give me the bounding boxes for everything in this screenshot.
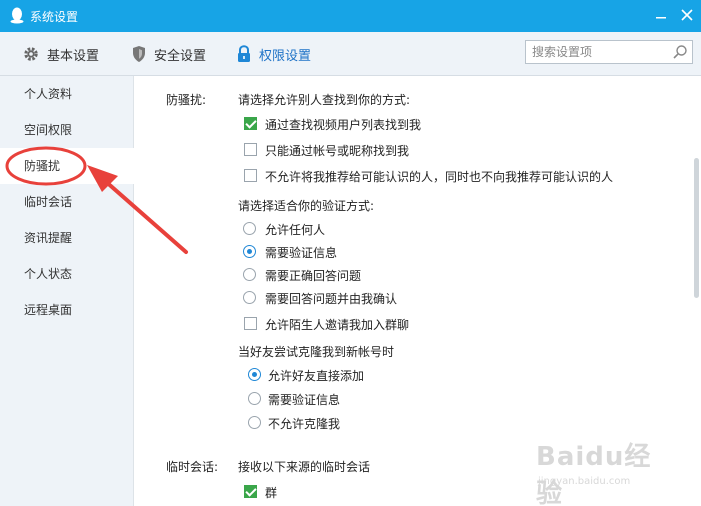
find-method-prompt: 请选择允许别人查找到你的方式: [238,93,411,107]
tab-basic-settings-label: 基本设置 [47,48,100,64]
temp-session-prompt: 接收以下来源的临时会话 [238,460,371,474]
radio-require-correct-answer[interactable] [243,268,256,281]
option-label: 允许任何人 [265,223,326,237]
sidebar-item-label: 远程桌面 [24,303,73,317]
qq-penguin-icon [10,7,24,24]
option-label: 需要正确回答问题 [265,269,362,283]
sidebar-item-temp-session[interactable]: 临时会话 [0,184,134,220]
gear-icon [24,47,38,61]
sidebar-item-label: 防骚扰 [24,159,61,173]
toolbar: 基本设置 安全设置 权限设置 [0,32,701,76]
sidebar-item-profile[interactable]: 个人资料 [0,76,134,112]
tab-security-settings-label: 安全设置 [154,48,207,64]
checkbox-find-by-video-list[interactable] [244,117,257,130]
minimize-icon[interactable] [650,4,672,26]
section-label-anti-harassment: 防骚扰: [166,93,207,107]
sidebar-item-label: 空间权限 [24,123,73,137]
checkbox-temp-session-group[interactable] [244,485,257,498]
tab-permission-settings[interactable]: 权限设置 [236,32,311,76]
option-label: 需要验证信息 [268,393,341,407]
option-label: 通过查找视频用户列表找到我 [265,118,422,132]
sidebar-item-label: 临时会话 [24,195,73,209]
option-label: 不允许克隆我 [268,417,341,431]
radio-allow-anyone[interactable] [243,222,256,235]
shield-icon [133,46,145,62]
close-icon[interactable] [676,4,698,26]
sidebar-item-anti-harassment[interactable]: 防骚扰 [0,148,135,184]
radio-require-verification[interactable] [243,245,256,258]
checkbox-find-by-account-only[interactable] [244,143,257,156]
clone-prompt: 当好友尝试克隆我到新帐号时 [238,345,395,359]
sidebar-item-label: 资讯提醒 [24,231,73,245]
option-label: 只能通过帐号或昵称找到我 [265,144,410,158]
sidebar: 个人资料 空间权限 防骚扰 临时会话 资讯提醒 个人状态 远程桌面 [0,76,135,506]
option-label: 需要回答问题并由我确认 [265,292,398,306]
sidebar-item-space-permission[interactable]: 空间权限 [0,112,134,148]
option-label: 不允许将我推荐给可能认识的人，同时也不向我推荐可能认识的人 [265,170,614,184]
scrollbar[interactable] [694,158,699,298]
window-title: 系统设置 [30,10,79,24]
sidebar-item-remote-desktop[interactable]: 远程桌面 [0,292,134,328]
tab-permission-settings-label: 权限设置 [259,48,312,64]
title-bar: 系统设置 [0,0,701,32]
sidebar-item-label: 个人资料 [24,87,73,101]
checkbox-no-recommendation[interactable] [244,169,257,182]
option-label: 允许陌生人邀请我加入群聊 [265,318,410,332]
radio-answer-and-confirm[interactable] [243,291,256,304]
radio-allow-clone-direct[interactable] [248,368,261,381]
search-box[interactable] [525,40,693,64]
sidebar-item-label: 个人状态 [24,267,73,281]
tab-security-settings[interactable]: 安全设置 [131,32,206,76]
section-label-temp-session: 临时会话: [166,460,219,474]
verify-method-prompt: 请选择适合你的验证方式: [238,199,375,213]
watermark: Baidu经验 jingyan.baidu.com [536,430,676,506]
radio-disallow-clone[interactable] [248,416,261,429]
checkbox-allow-group-invite[interactable] [244,317,257,330]
tab-basic-settings[interactable]: 基本设置 [22,32,99,76]
search-icon[interactable] [672,44,688,60]
radio-clone-require-verification[interactable] [248,392,261,405]
watermark-brand: Baidu经验 [536,442,652,506]
option-label: 允许好友直接添加 [268,369,365,383]
sidebar-item-personal-status[interactable]: 个人状态 [0,256,134,292]
option-label: 需要验证信息 [265,246,338,260]
watermark-url: jingyan.baidu.com [538,476,631,487]
lock-icon [238,45,250,62]
search-input[interactable] [532,44,664,60]
sidebar-item-news-reminder[interactable]: 资讯提醒 [0,220,134,256]
option-label: 群 [265,486,278,500]
